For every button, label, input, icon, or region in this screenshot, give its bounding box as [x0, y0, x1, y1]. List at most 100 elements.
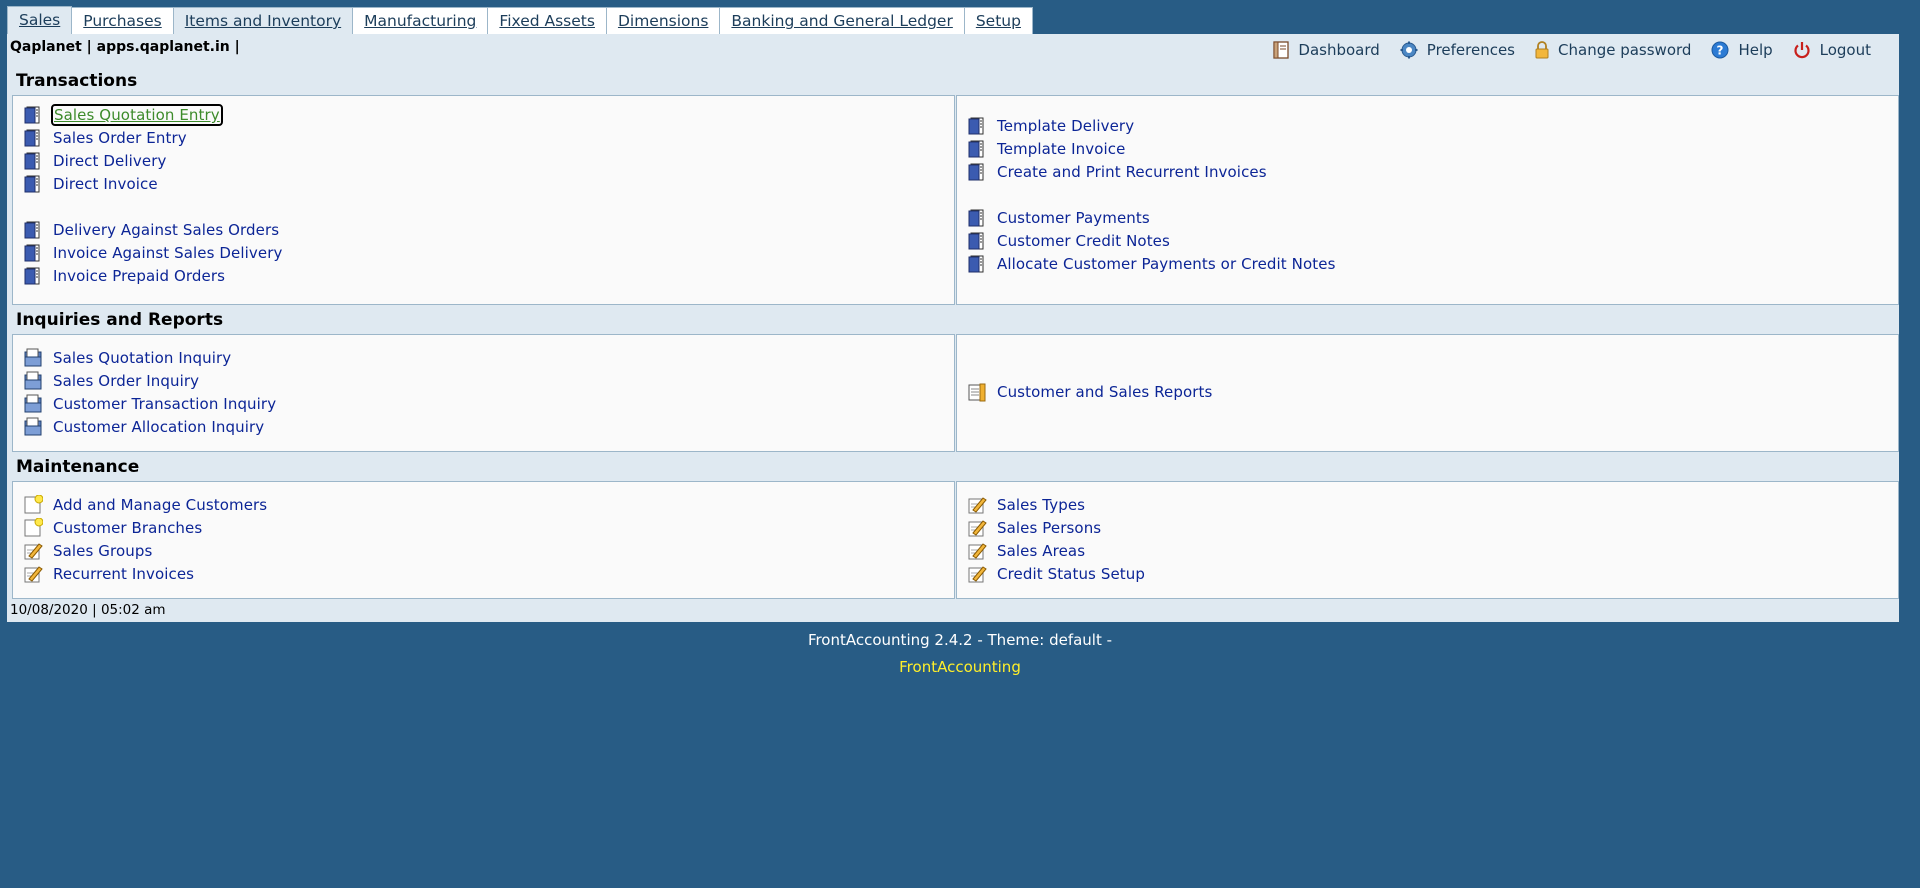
document-icon [967, 139, 987, 159]
menu-item-sales-persons[interactable]: Sales Persons [967, 518, 1101, 538]
menu-item-add-and-manage-customers[interactable]: Add and Manage Customers [23, 495, 267, 515]
section-title-inquiries: Inquiries and Reports [16, 310, 224, 330]
folder-icon [23, 348, 43, 368]
document-icon [23, 151, 43, 171]
change-password-link[interactable]: Change password [1535, 41, 1691, 59]
document-icon [23, 220, 43, 240]
link-label: Credit Status Setup [997, 565, 1146, 583]
link-label: Sales Quotation Entry [51, 104, 223, 126]
tab-setup[interactable]: Setup [964, 7, 1033, 34]
tab-dimensions[interactable]: Dimensions [606, 7, 721, 34]
tab-manufacturing[interactable]: Manufacturing [353, 7, 489, 34]
edit-icon [967, 541, 987, 561]
footer-link[interactable]: FrontAccounting [0, 658, 1920, 676]
change-password-label: Change password [1558, 41, 1692, 59]
edit-icon [967, 518, 987, 538]
menu-item-direct-invoice[interactable]: Direct Invoice [23, 174, 158, 194]
link-label: Direct Delivery [53, 152, 167, 170]
logout-link[interactable]: Logout [1793, 41, 1871, 59]
link-label: Invoice Prepaid Orders [53, 267, 226, 285]
maintenance-left-box: Add and Manage Customers Customer Branch… [12, 481, 955, 599]
power-icon [1793, 41, 1811, 59]
menu-item-customer-and-sales-reports[interactable]: Customer and Sales Reports [967, 382, 1212, 402]
link-label: Customer Transaction Inquiry [53, 395, 277, 413]
tab-label: Items and Inventory [184, 12, 342, 30]
menu-item-direct-delivery[interactable]: Direct Delivery [23, 151, 166, 171]
document-icon [967, 162, 987, 182]
folder-icon [23, 371, 43, 391]
menu-item-sales-quotation-entry[interactable]: Sales Quotation Entry [23, 104, 223, 126]
new-page-icon [23, 518, 43, 538]
lock-icon [1535, 41, 1549, 59]
menu-item-invoice-against-sales-delivery[interactable]: Invoice Against Sales Delivery [23, 243, 282, 263]
menu-item-customer-transaction-inquiry[interactable]: Customer Transaction Inquiry [23, 394, 276, 414]
transactions-right-box: Template Delivery Template Invoice Creat… [956, 95, 1899, 305]
tab-sales[interactable]: Sales [7, 6, 73, 34]
preferences-link[interactable]: Preferences [1400, 41, 1515, 59]
menu-item-sales-areas[interactable]: Sales Areas [967, 541, 1085, 561]
menu-item-customer-credit-notes[interactable]: Customer Credit Notes [967, 231, 1170, 251]
menu-item-invoice-prepaid-orders[interactable]: Invoice Prepaid Orders [23, 266, 225, 286]
document-icon [967, 116, 987, 136]
link-label: Customer Credit Notes [997, 232, 1170, 250]
link-label: Sales Types [997, 496, 1086, 514]
menu-item-template-invoice[interactable]: Template Invoice [967, 139, 1125, 159]
menu-item-create-and-print-recurrent-invoices[interactable]: Create and Print Recurrent Invoices [967, 162, 1267, 182]
menu-item-customer-allocation-inquiry[interactable]: Customer Allocation Inquiry [23, 417, 264, 437]
link-label: Customer Allocation Inquiry [53, 418, 265, 436]
link-label: Invoice Against Sales Delivery [53, 244, 283, 262]
menu-item-sales-groups[interactable]: Sales Groups [23, 541, 152, 561]
document-icon [23, 266, 43, 286]
menu-item-customer-branches[interactable]: Customer Branches [23, 518, 202, 538]
edit-icon [967, 495, 987, 515]
logout-label: Logout [1819, 41, 1871, 59]
document-icon [967, 254, 987, 274]
link-label: Customer Payments [997, 209, 1150, 227]
tab-label: Purchases [83, 12, 162, 30]
menu-item-customer-payments[interactable]: Customer Payments [967, 208, 1150, 228]
link-label: Sales Order Inquiry [53, 372, 200, 390]
inquiries-right-box: Customer and Sales Reports [956, 334, 1899, 452]
tab-label: Sales [19, 11, 61, 29]
edit-icon [23, 541, 43, 561]
link-label: Customer and Sales Reports [997, 383, 1213, 401]
link-label: Allocate Customer Payments or Credit Not… [997, 255, 1336, 273]
link-label: Recurrent Invoices [53, 565, 195, 583]
link-label: Template Invoice [997, 140, 1126, 158]
inquiries-left-box: Sales Quotation Inquiry Sales Order Inqu… [12, 334, 955, 452]
help-link[interactable]: ? Help [1711, 41, 1773, 59]
menu-item-credit-status-setup[interactable]: Credit Status Setup [967, 564, 1145, 584]
gear-icon [1400, 41, 1418, 59]
menu-item-allocate-customer-payments[interactable]: Allocate Customer Payments or Credit Not… [967, 254, 1335, 274]
link-label: Template Delivery [997, 117, 1135, 135]
report-icon [967, 382, 987, 402]
link-label: Sales Order Entry [53, 129, 187, 147]
link-label: Sales Areas [997, 542, 1086, 560]
menu-item-sales-quotation-inquiry[interactable]: Sales Quotation Inquiry [23, 348, 231, 368]
tab-items-and-inventory[interactable]: Items and Inventory [173, 7, 354, 34]
status-datetime: 10/08/2020 | 05:02 am [10, 602, 166, 618]
menu-item-recurrent-invoices[interactable]: Recurrent Invoices [23, 564, 194, 584]
tab-banking-and-general-ledger[interactable]: Banking and General Ledger [720, 7, 965, 34]
dashboard-link[interactable]: Dashboard [1273, 41, 1380, 59]
document-icon [23, 128, 43, 148]
top-links: Dashboard Preferences Change password ? … [1273, 39, 1871, 61]
menu-item-sales-order-inquiry[interactable]: Sales Order Inquiry [23, 371, 199, 391]
tab-label: Banking and General Ledger [731, 12, 953, 30]
edit-icon [23, 564, 43, 584]
tab-label: Fixed Assets [499, 12, 595, 30]
dashboard-icon [1273, 41, 1290, 59]
user-company-line: Qaplanet | apps.qaplanet.in | [10, 39, 240, 55]
menu-item-template-delivery[interactable]: Template Delivery [967, 116, 1134, 136]
new-page-icon [23, 495, 43, 515]
tab-label: Dimensions [617, 12, 709, 30]
tab-fixed-assets[interactable]: Fixed Assets [488, 7, 607, 34]
menu-item-sales-types[interactable]: Sales Types [967, 495, 1085, 515]
link-label: Sales Groups [53, 542, 153, 560]
svg-text:?: ? [1717, 44, 1724, 58]
tab-label: Manufacturing [364, 12, 477, 30]
menu-item-delivery-against-sales-orders[interactable]: Delivery Against Sales Orders [23, 220, 279, 240]
document-icon [23, 243, 43, 263]
tab-purchases[interactable]: Purchases [72, 7, 174, 34]
menu-item-sales-order-entry[interactable]: Sales Order Entry [23, 128, 187, 148]
